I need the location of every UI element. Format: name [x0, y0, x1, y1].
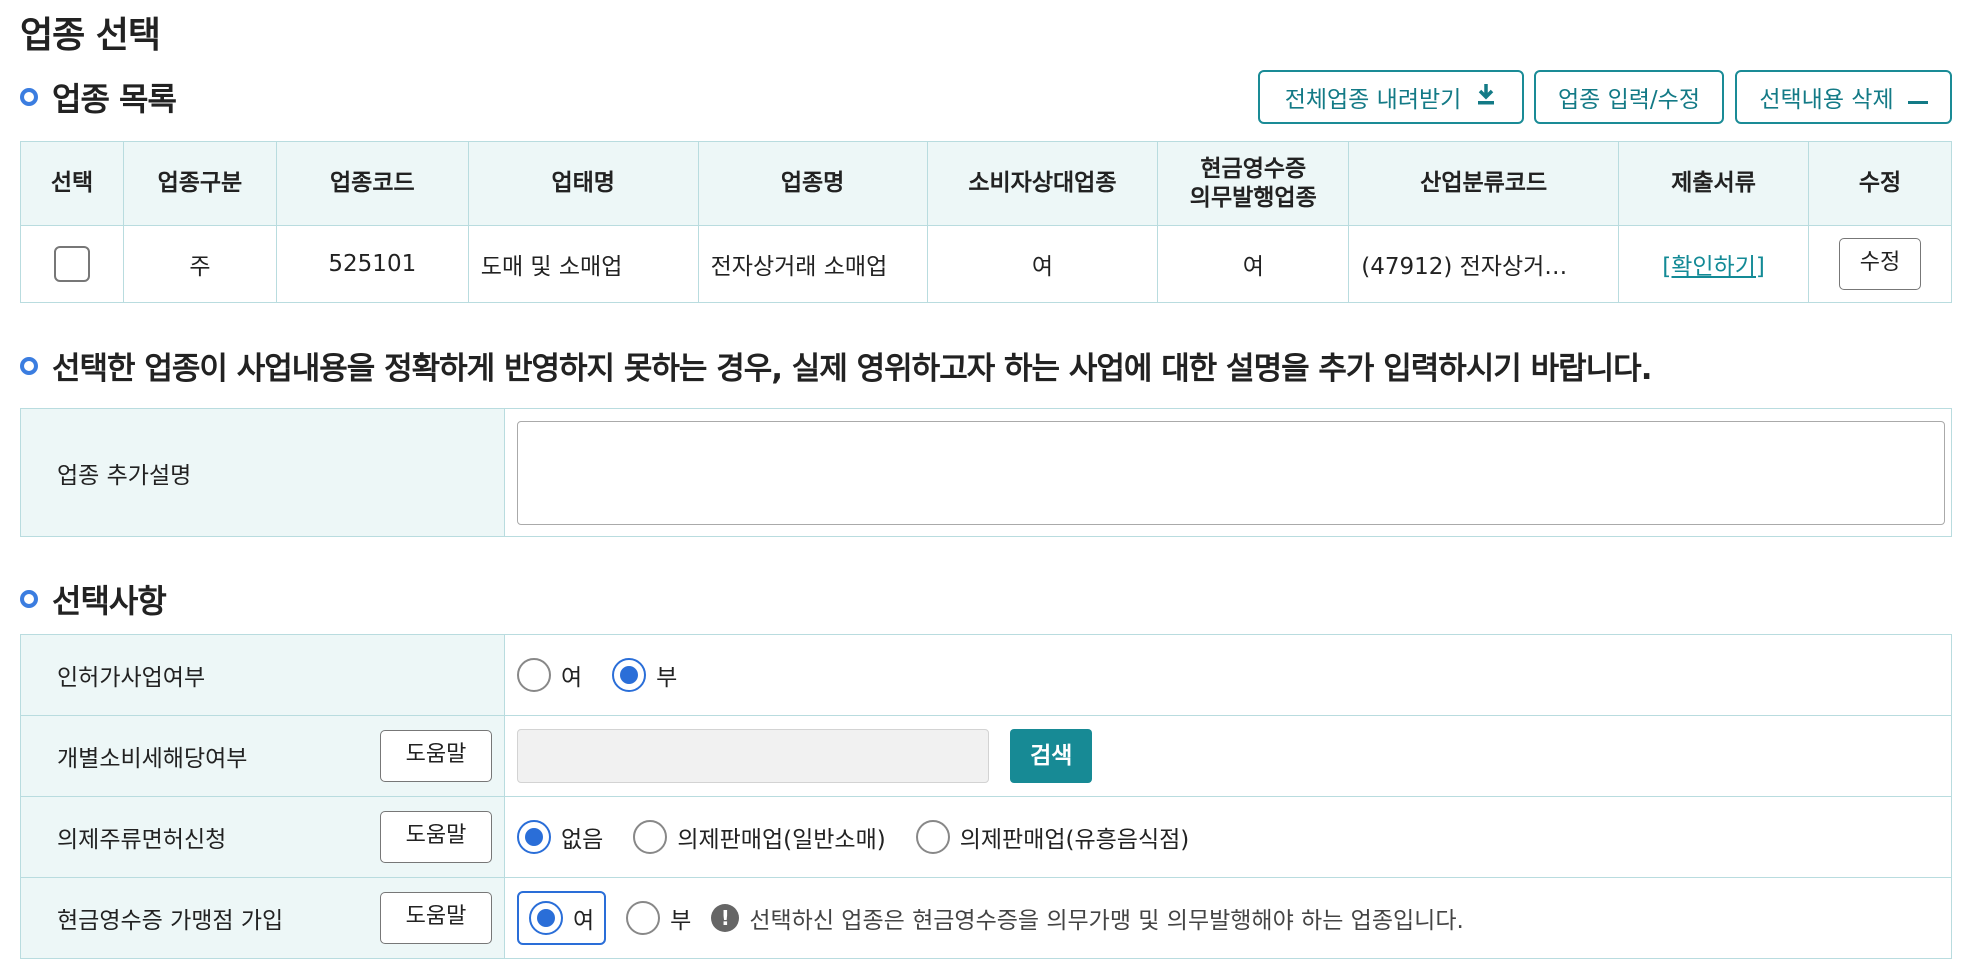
col-header-type: 업종구분 [122, 141, 277, 226]
cash-receipt-notice: ! 선택하신 업종은 현금영수증을 의무가맹 및 의무발행해야 하는 업종입니다… [711, 901, 1464, 935]
excise-help-button[interactable]: 도움말 [380, 730, 492, 782]
delete-selected-label: 선택내용 삭제 [1759, 87, 1894, 113]
bullet-icon [20, 88, 38, 106]
col-header-cash-receipt-line1: 현금영수증 [1200, 155, 1307, 182]
table-header-row: 선택 업종구분 업종코드 업태명 업종명 소비자상대업종 현금영수증 의무발행업… [20, 141, 1953, 226]
row-checkbox[interactable] [53, 246, 90, 282]
desc-label: 업종 추가설명 [20, 408, 505, 537]
radio-unchecked[interactable] [915, 820, 950, 854]
col-header-business-form: 업태명 [467, 141, 699, 226]
documents-link[interactable]: [확인하기] [1662, 254, 1765, 280]
row-edit-button[interactable]: 수정 [1838, 238, 1921, 290]
industry-table: 선택 업종구분 업종코드 업태명 업종명 소비자상대업종 현금영수증 의무발행업… [20, 141, 1953, 303]
cell-edit: 수정 [1807, 225, 1953, 303]
edit-industry-button[interactable]: 업종 입력/수정 [1534, 70, 1724, 124]
col-header-industry-class: 산업분류코드 [1348, 141, 1620, 226]
radio-unchecked[interactable] [517, 658, 551, 692]
option-row-liquor: 의제주류면허신청 도움말 없음 의제판매업(일반소매) 의제판매업(유흥음식점) [20, 796, 1952, 878]
liquor-help-button[interactable]: 도움말 [380, 811, 492, 863]
bullet-icon [20, 590, 38, 608]
excise-search-input[interactable] [517, 729, 989, 783]
license-radio-group: 여 부 [517, 658, 1951, 692]
desc-input-cell [504, 408, 1952, 537]
license-no-option[interactable]: 부 [612, 658, 677, 692]
liquor-retail-option[interactable]: 의제판매업(일반소매) [633, 820, 886, 854]
option-row-license: 인허가사업여부 여 부 [20, 634, 1952, 716]
radio-checked[interactable] [529, 901, 563, 935]
page-title: 업종 선택 [20, 15, 161, 56]
section-title-options: 선택사항 [20, 576, 167, 622]
section-title-text: 선택사항 [52, 582, 167, 620]
liquor-entertainment-option[interactable]: 의제판매업(유흥음식점) [915, 820, 1189, 854]
option-row-excise: 개별소비세해당여부 도움말 검색 [20, 715, 1952, 797]
download-label: 전체업종 내려받기 [1284, 87, 1462, 113]
cash-receipt-yes-option[interactable]: 여 [517, 891, 607, 945]
options-table: 인허가사업여부 여 부 개별소비세해당여부 도움말 검색 의제주류면허신청 도움… [20, 634, 1952, 959]
cell-consumer: 여 [926, 225, 1159, 303]
minus-icon [1907, 83, 1928, 111]
radio-checked[interactable] [517, 820, 551, 854]
section-title-list: 업종 목록 [20, 74, 177, 120]
industry-description-textarea[interactable] [517, 420, 1945, 525]
col-header-industry-name: 업종명 [697, 141, 928, 226]
col-header-cash-receipt: 현금영수증 의무발행업종 [1157, 141, 1350, 226]
delete-selected-button[interactable]: 선택내용 삭제 [1735, 70, 1952, 124]
bullet-icon [20, 356, 38, 375]
cash-receipt-help-button[interactable]: 도움말 [380, 892, 492, 944]
cash-receipt-radio-group: 여 부 ! 선택하신 업종은 현금영수증을 의무가맹 및 의무발행해야 하는 업… [517, 891, 1951, 945]
exclamation-icon: ! [711, 904, 740, 932]
cell-documents: [확인하기] [1618, 225, 1809, 303]
liquor-label: 의제주류면허신청 도움말 [20, 796, 505, 878]
download-all-button[interactable]: 전체업종 내려받기 [1258, 70, 1524, 124]
section-title-text: 선택한 업종이 사업내용을 정확하게 반영하지 못하는 경우, 실제 영위하고자… [52, 351, 1652, 387]
col-header-documents: 제출서류 [1618, 141, 1809, 226]
col-header-code: 업종코드 [275, 141, 469, 226]
cell-type: 주 [122, 225, 277, 303]
col-header-edit: 수정 [1807, 141, 1953, 226]
cell-cash-receipt: 여 [1157, 225, 1350, 303]
cash-receipt-label: 현금영수증 가맹점 가입 도움말 [20, 877, 505, 959]
cell-industry-class: (47912) 전자상거… [1348, 225, 1620, 303]
option-row-cash-receipt: 현금영수증 가맹점 가입 도움말 여 부 ! 선택하신 업종은 현금영수증을 의… [20, 877, 1952, 959]
section-title-text: 업종 목록 [52, 80, 177, 118]
cell-business-form: 도매 및 소매업 [467, 225, 699, 303]
license-label: 인허가사업여부 [20, 634, 505, 716]
col-header-select: 선택 [20, 141, 124, 226]
cell-select [20, 225, 124, 303]
excise-label: 개별소비세해당여부 도움말 [20, 715, 505, 797]
desc-table: 업종 추가설명 [20, 408, 1952, 537]
radio-unchecked[interactable] [633, 820, 668, 854]
cash-receipt-no-option[interactable]: 부 [626, 901, 691, 935]
excise-search-button[interactable]: 검색 [1010, 729, 1093, 783]
license-yes-option[interactable]: 여 [517, 658, 582, 692]
radio-unchecked[interactable] [626, 901, 661, 935]
section-title-desc: 선택한 업종이 사업내용을 정확하게 반영하지 못하는 경우, 실제 영위하고자… [20, 343, 1652, 388]
edit-industry-label: 업종 입력/수정 [1557, 87, 1701, 113]
liquor-none-option[interactable]: 없음 [517, 820, 603, 854]
download-icon [1475, 82, 1497, 112]
col-header-consumer: 소비자상대업종 [926, 141, 1159, 226]
radio-checked[interactable] [612, 658, 647, 692]
cell-industry-name: 전자상거래 소매업 [697, 225, 928, 303]
table-row: 주 525101 도매 및 소매업 전자상거래 소매업 여 여 (47912) … [20, 225, 1953, 303]
cell-code: 525101 [275, 225, 469, 303]
col-header-cash-receipt-line2: 의무발행업종 [1189, 184, 1317, 211]
liquor-radio-group: 없음 의제판매업(일반소매) 의제판매업(유흥음식점) [517, 820, 1951, 854]
